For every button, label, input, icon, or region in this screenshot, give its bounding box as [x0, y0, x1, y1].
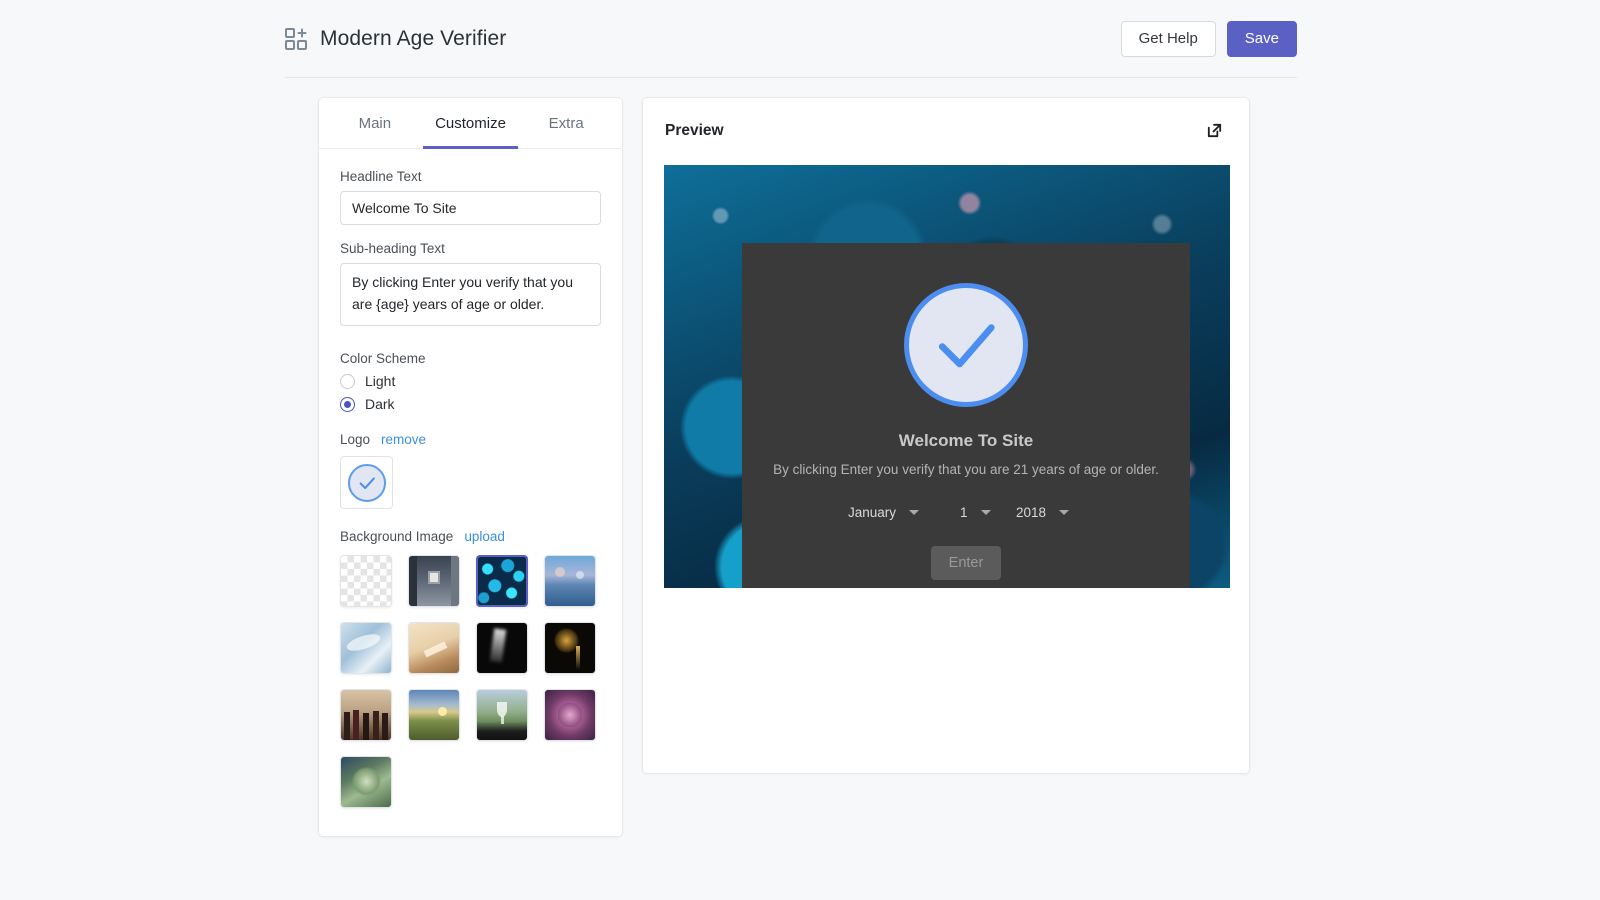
thumb-blue-spheres[interactable]: [476, 555, 528, 607]
background-image-header: Background Image upload: [340, 529, 601, 544]
thumb-golden-smoke[interactable]: [544, 622, 596, 674]
tab-customize[interactable]: Customize: [422, 98, 519, 149]
logo-thumbnail[interactable]: [340, 456, 393, 509]
radio-dark-label: Dark: [365, 396, 395, 412]
preview-panel: Preview Welcome To Site By clicking Ente…: [642, 97, 1250, 774]
age-gate-modal-box: Welcome To Site By clicking Enter you ve…: [742, 243, 1190, 588]
background-upload-link[interactable]: upload: [464, 529, 505, 544]
preview-title: Preview: [665, 121, 724, 139]
tab-main[interactable]: Main: [327, 98, 423, 149]
chevron-down-icon: [909, 510, 920, 515]
day-value: 1: [960, 505, 968, 520]
subheading-label: Sub-heading Text: [340, 241, 445, 256]
color-scheme-label: Color Scheme: [340, 351, 426, 366]
app-root: Modern Age Verifier Get Help Save Main C…: [0, 0, 1600, 900]
year-select[interactable]: 2018: [1012, 503, 1088, 522]
year-value: 2018: [1016, 505, 1047, 520]
grid-plus-icon: [285, 27, 307, 50]
thumb-vineyard-sunset[interactable]: [408, 689, 460, 741]
thumb-wine-glass-vineyard[interactable]: [476, 689, 528, 741]
background-thumbnail-grid: [340, 555, 601, 830]
age-gate-modal: Welcome To Site By clicking Enter you ve…: [742, 243, 1190, 588]
radio-dark[interactable]: [340, 396, 355, 412]
customize-panel: Headline Text Sub-heading Text Color Sch…: [319, 149, 622, 830]
month-value: January: [848, 505, 897, 520]
brand: Modern Age Verifier: [285, 27, 506, 51]
get-help-button[interactable]: Get Help: [1120, 20, 1216, 57]
age-gate-modal-content: Welcome To Site By clicking Enter you ve…: [742, 243, 1190, 588]
preview-header: Preview: [643, 98, 1249, 140]
enter-button[interactable]: Enter: [931, 546, 1001, 580]
month-select[interactable]: January: [844, 503, 948, 522]
headline-input[interactable]: [340, 191, 601, 225]
radio-light-label: Light: [365, 373, 396, 389]
thumb-wine-bottles[interactable]: [340, 689, 392, 741]
date-of-birth-row: January 1 2018: [844, 503, 1088, 522]
color-scheme-option-dark[interactable]: Dark: [340, 396, 601, 412]
top-bar-actions: Get Help Save: [1120, 20, 1297, 57]
thumb-corridor[interactable]: [408, 555, 460, 607]
settings-panel: Main Customize Extra Headline Text Sub-h…: [318, 97, 623, 837]
color-scheme-option-light[interactable]: Light: [340, 373, 601, 389]
thumb-cannabis-bud-pink[interactable]: [544, 689, 596, 741]
logo-label: Logo: [340, 432, 371, 447]
chevron-down-icon: [1059, 510, 1070, 515]
check-circle-icon: [347, 463, 386, 502]
check-circle-icon: [904, 283, 1028, 407]
chevron-down-icon: [980, 510, 991, 515]
save-button[interactable]: Save: [1226, 20, 1297, 57]
radio-light[interactable]: [340, 373, 355, 389]
top-bar: Modern Age Verifier Get Help Save: [285, 0, 1297, 78]
page-title: Modern Age Verifier: [320, 26, 507, 50]
thumb-smoke-on-black[interactable]: [476, 622, 528, 674]
modal-subheading: By clicking Enter you verify that you ar…: [773, 462, 1159, 477]
modal-headline: Welcome To Site: [898, 431, 1034, 450]
subheading-textarea[interactable]: [340, 263, 601, 326]
logo-remove-link[interactable]: remove: [381, 432, 426, 447]
thumb-white-smoke[interactable]: [340, 622, 392, 674]
headline-label: Headline Text: [340, 169, 422, 184]
background-image-label: Background Image: [340, 529, 454, 544]
thumb-cannabis-plant-green[interactable]: [340, 756, 392, 808]
settings-tabs: Main Customize Extra: [319, 98, 622, 149]
thumb-hand-with-cigarette[interactable]: [408, 622, 460, 674]
day-select[interactable]: 1: [956, 503, 1004, 522]
tab-extra[interactable]: Extra: [518, 98, 614, 149]
preview-stage: Welcome To Site By clicking Enter you ve…: [664, 165, 1230, 588]
external-link-icon[interactable]: [1205, 121, 1224, 140]
thumb-none-transparent[interactable]: [340, 555, 392, 607]
logo-header: Logo remove: [340, 432, 601, 447]
thumb-blue-bokeh-landscape[interactable]: [544, 555, 596, 607]
